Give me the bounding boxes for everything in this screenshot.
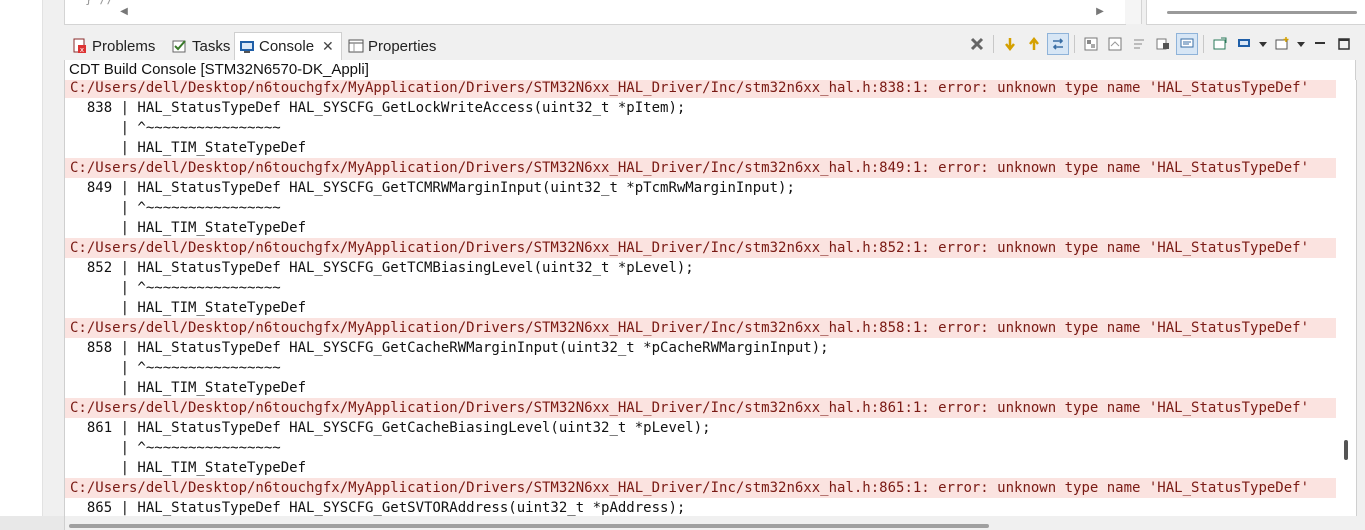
- editor-overview-ruler: [1125, 0, 1142, 24]
- tab-label: Tasks: [192, 37, 231, 55]
- view-tab-bar: x Problems Tasks Console ✕ Properties: [64, 30, 1365, 60]
- tab-console[interactable]: Console ✕: [234, 32, 342, 60]
- console-error-line: C:/Users/dell/Desktop/n6touchgfx/MyAppli…: [65, 478, 1337, 498]
- tasks-icon: [172, 38, 188, 54]
- problems-icon: x: [72, 38, 88, 54]
- scroll-right-icon[interactable]: ▶: [1093, 5, 1107, 19]
- previous-problem-icon[interactable]: [1023, 33, 1045, 55]
- console-display-icon[interactable]: [1233, 33, 1255, 55]
- tab-problems[interactable]: x Problems: [68, 32, 166, 60]
- console-line: | ^~~~~~~~~~~~~~~~~: [70, 200, 281, 216]
- console-line: 861 | HAL_StatusTypeDef HAL_SYSCFG_GetCa…: [70, 420, 711, 436]
- tab-properties[interactable]: Properties: [344, 32, 448, 60]
- console-output[interactable]: C:/Users/dell/Desktop/n6touchgfx/MyAppli…: [64, 80, 1337, 516]
- console-line: | HAL_TIM_StateTypeDef: [70, 300, 307, 316]
- toolbar-separator: [993, 35, 994, 53]
- console-line: | ^~~~~~~~~~~~~~~~~: [70, 440, 281, 456]
- next-problem-icon[interactable]: [999, 33, 1021, 55]
- console-title: CDT Build Console [STM32N6570-DK_Appli]: [64, 60, 1356, 80]
- new-console-icon[interactable]: [1271, 33, 1293, 55]
- word-wrap-icon[interactable]: [1128, 33, 1150, 55]
- editor-horizontal-scrollbar[interactable]: ◀ ▶: [117, 5, 1107, 19]
- console-line: | HAL_TIM_StateTypeDef: [70, 220, 307, 236]
- scroll-left-icon[interactable]: ◀: [117, 5, 131, 19]
- tab-label: Problems: [92, 37, 156, 55]
- horizontal-scroll-thumb[interactable]: [69, 524, 989, 528]
- svg-text:x: x: [80, 46, 84, 54]
- link-console-icon[interactable]: [1047, 33, 1069, 55]
- clear-console-icon[interactable]: [1104, 33, 1126, 55]
- editor-code: } //: [85, 0, 114, 6]
- scroll-lock-icon[interactable]: [1080, 33, 1102, 55]
- console-horizontal-scrollbar[interactable]: [64, 516, 1357, 530]
- console-line: | HAL_TIM_StateTypeDef: [70, 460, 307, 476]
- right-panel: [1146, 0, 1365, 25]
- console-toolbar: [966, 32, 1355, 56]
- console-error-line: C:/Users/dell/Desktop/n6touchgfx/MyAppli…: [65, 158, 1337, 178]
- right-edge: [1357, 60, 1365, 530]
- console-icon: [239, 39, 255, 55]
- terminate-icon[interactable]: [966, 33, 988, 55]
- console-error-line: C:/Users/dell/Desktop/n6touchgfx/MyAppli…: [65, 318, 1337, 338]
- console-line: | HAL_TIM_StateTypeDef: [70, 140, 307, 156]
- pin-console-icon[interactable]: [1152, 33, 1174, 55]
- maximize-icon[interactable]: [1333, 33, 1355, 55]
- console-line: 865 | HAL_StatusTypeDef HAL_SYSCFG_GetSV…: [70, 500, 686, 516]
- tab-label: Console: [259, 38, 315, 55]
- left-panel: [0, 0, 43, 530]
- close-icon[interactable]: ✕: [322, 38, 334, 55]
- chevron-down-icon[interactable]: [1295, 33, 1307, 55]
- console-line: | ^~~~~~~~~~~~~~~~~: [70, 360, 281, 376]
- console-line: | ^~~~~~~~~~~~~~~~~: [70, 120, 281, 136]
- vertical-scroll-thumb[interactable]: [1344, 440, 1348, 460]
- console-error-line: C:/Users/dell/Desktop/n6touchgfx/MyAppli…: [65, 398, 1337, 418]
- console-line: | HAL_TIM_StateTypeDef: [70, 380, 307, 396]
- console-line: 838 | HAL_StatusTypeDef HAL_SYSCFG_GetLo…: [70, 100, 686, 116]
- display-selected-console-icon[interactable]: [1176, 33, 1198, 55]
- console-line: | ^~~~~~~~~~~~~~~~~: [70, 280, 281, 296]
- console-error-line: C:/Users/dell/Desktop/n6touchgfx/MyAppli…: [65, 80, 1337, 98]
- tab-tasks[interactable]: Tasks: [168, 32, 234, 60]
- open-console-icon[interactable]: [1209, 33, 1231, 55]
- chevron-down-icon[interactable]: [1257, 33, 1269, 55]
- left-gap: [43, 0, 64, 530]
- minimize-icon[interactable]: [1309, 33, 1331, 55]
- editor-area[interactable]: } // ◀ ▶: [64, 0, 1126, 25]
- left-bottom-strip: [0, 516, 64, 530]
- console-line: 858 | HAL_StatusTypeDef HAL_SYSCFG_GetCa…: [70, 340, 829, 356]
- console-vertical-scrollbar[interactable]: [1336, 80, 1357, 516]
- toolbar-separator: [1074, 35, 1075, 53]
- console-line: 849 | HAL_StatusTypeDef HAL_SYSCFG_GetTC…: [70, 180, 795, 196]
- tab-label: Properties: [368, 37, 437, 55]
- console-error-line: C:/Users/dell/Desktop/n6touchgfx/MyAppli…: [65, 238, 1337, 258]
- toolbar-separator: [1203, 35, 1204, 53]
- properties-icon: [348, 38, 364, 54]
- right-panel-scrollbar[interactable]: [1167, 11, 1357, 14]
- console-line: 852 | HAL_StatusTypeDef HAL_SYSCFG_GetTC…: [70, 260, 694, 276]
